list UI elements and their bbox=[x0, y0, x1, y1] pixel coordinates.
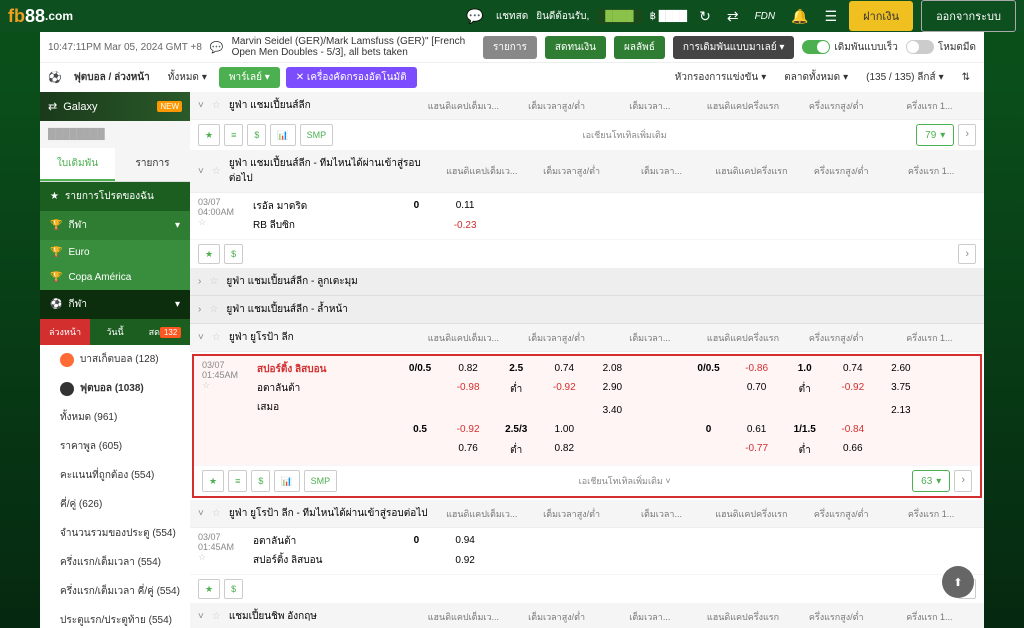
smp-action[interactable]: SMP bbox=[300, 124, 334, 146]
balance-area[interactable]: ฿ ████ bbox=[650, 11, 687, 22]
results-button[interactable]: ผลลัพธ์ bbox=[614, 36, 665, 59]
count-63[interactable]: 63 ▾ bbox=[912, 470, 950, 492]
sidebar-sub-0[interactable]: ทั้งหมด (961) bbox=[40, 403, 190, 432]
chat-icon[interactable]: 💬 bbox=[462, 8, 487, 25]
sidebar-copa[interactable]: 🏆 Copa América bbox=[40, 265, 190, 290]
notification-icon[interactable]: 🔔 bbox=[787, 8, 812, 25]
galaxy-header[interactable]: ⇄ Galaxy NEW bbox=[40, 92, 190, 121]
subtab-today[interactable]: วันนี้ bbox=[90, 319, 140, 345]
time-display: 10:47:11PM Mar 05, 2024 GMT +8 bbox=[48, 42, 202, 53]
transfer-icon[interactable]: ⇄ bbox=[723, 8, 743, 25]
fav-action[interactable]: ★ bbox=[198, 124, 220, 146]
sport-filter[interactable]: ฟุตบอล / ล่วงหน้า bbox=[68, 67, 156, 88]
logo[interactable]: fb88.com bbox=[8, 6, 73, 27]
filter-bar: ⚽ ฟุตบอล / ล่วงหน้า ทั้งหมด ▾ พาร์เลย์ ▾… bbox=[40, 62, 984, 92]
sidebar-sub-3[interactable]: คี่/คู่ (626) bbox=[40, 490, 190, 519]
tab-list[interactable]: รายการ bbox=[115, 148, 190, 181]
match-row-1: 03/0704:00AM☆ เรอัล มาดริด RB ลีบซิก 0 0… bbox=[190, 193, 984, 240]
news-ticker: Marvin Seidel (GER)/Mark Lamsfuss (GER)"… bbox=[232, 36, 475, 58]
live-button[interactable]: สดทนเงิน bbox=[545, 36, 606, 59]
tab-betslip[interactable]: ใบเดิมพัน bbox=[40, 148, 115, 181]
subtab-live[interactable]: สด132 bbox=[140, 319, 190, 345]
subtab-future[interactable]: ล่วงหน้า bbox=[40, 319, 90, 345]
sidebar: ⇄ Galaxy NEW ████████ ใบเดิมพัน รายการ ★… bbox=[40, 92, 190, 628]
exchange-icon: ⇄ bbox=[48, 100, 57, 113]
league-ucl-corners[interactable]: ›☆ยูฟ่า แชมเปี้ยนส์ลีก - ลูกเตะมุม bbox=[190, 268, 984, 296]
sidebar-sub-5[interactable]: ครึ่งแรก/เต็มเวลา (554) bbox=[40, 548, 190, 577]
league-ucl-future[interactable]: ›☆ยูฟ่า แชมเปี้ยนส์ลีก - ล้ำหน้า bbox=[190, 296, 984, 324]
sidebar-euro[interactable]: 🏆 Euro bbox=[40, 240, 190, 265]
odds-format-button[interactable]: การเดิมพันแบบมาเลย์ ▾ bbox=[673, 36, 795, 59]
scroll-top-button[interactable]: ⬆ bbox=[942, 566, 974, 598]
sidebar-sports[interactable]: 🏆 กีฬา▾ bbox=[40, 211, 190, 240]
leagues-filter[interactable]: (135 / 135) ลีกส์ ▾ bbox=[860, 67, 949, 88]
username-masked: ████ bbox=[597, 9, 641, 24]
market-filter[interactable]: ตลาดทั้งหมด ▾ bbox=[778, 67, 854, 88]
deposit-button[interactable]: ฝากเงิน bbox=[849, 1, 913, 31]
message-icon[interactable]: 💬 bbox=[210, 41, 224, 54]
chart-action[interactable]: 📊 bbox=[270, 124, 295, 146]
new-badge: NEW bbox=[157, 101, 182, 112]
league-header-uel-next: ˅ ☆ ยูฟ่า ยูโรป้า ลีก - ทีมไหนได้ผ่านเข้… bbox=[190, 500, 984, 528]
welcome-text: ยินดีต้อนรับ, bbox=[536, 9, 589, 24]
sidebar-sub-7[interactable]: ประตูแรก/ประตูท้าย (554) bbox=[40, 606, 190, 628]
sidebar-football[interactable]: ฟุตบอล (1038) bbox=[40, 374, 190, 403]
money-action[interactable]: $ bbox=[247, 124, 266, 146]
logout-button[interactable]: ออกจากระบบ bbox=[921, 0, 1016, 32]
star-icon[interactable]: ☆ bbox=[212, 100, 221, 111]
collapse-icon[interactable]: ˅ bbox=[198, 100, 204, 111]
league-header-ucl-next: ˅ ☆ ยูฟ่า แชมเปี้ยนส์ลีก - ทีมไหนได้ผ่าน… bbox=[190, 150, 984, 193]
list-button[interactable]: รายการ bbox=[483, 36, 537, 59]
sidebar-sub-4[interactable]: จำนวนรวมของประตู (554) bbox=[40, 519, 190, 548]
sub-header: 10:47:11PM Mar 05, 2024 GMT +8 💬 Marvin … bbox=[40, 32, 984, 62]
content-area: ˅ ☆ ยูฟ่า แชมเปี้ยนส์ลีก แฮนดิแคปเต็มเว.… bbox=[190, 92, 984, 628]
league-header-uel: ˅ ☆ ยูฟ่า ยูโรป้า ลีก แฮนดิแคปเต็มเว... … bbox=[190, 324, 984, 352]
stats-action[interactable]: ≡ bbox=[224, 124, 243, 146]
username-display: ████████ bbox=[40, 121, 190, 148]
main-header: fb88.com 💬 แชทสด ยินดีต้อนรับ, ████ ฿ ██… bbox=[0, 0, 1024, 32]
all-filter[interactable]: ทั้งหมด ▾ bbox=[162, 67, 213, 88]
refresh-icon[interactable]: ↻ bbox=[695, 8, 715, 25]
count-79[interactable]: 79 ▾ bbox=[916, 124, 954, 146]
league-header-championship: ˅ ☆ แชมเปี้ยนชิพ อังกฤษ แฮนดิแคปเต็มเว..… bbox=[190, 603, 984, 628]
chat-label[interactable]: แชทสด bbox=[496, 9, 528, 24]
group-filter[interactable]: หัวกรองการแข่งขัน ▾ bbox=[669, 67, 772, 88]
league-header-ucl: ˅ ☆ ยูฟ่า แชมเปี้ยนส์ลีก แฮนดิแคปเต็มเว.… bbox=[190, 92, 984, 120]
dark-mode-toggle[interactable]: โหมดมืด bbox=[906, 40, 976, 55]
sport-icon: ⚽ bbox=[48, 71, 62, 84]
parlay-button[interactable]: พาร์เลย์ ▾ bbox=[219, 67, 280, 88]
sidebar-sub-1[interactable]: ราคาพูล (605) bbox=[40, 432, 190, 461]
menu-icon[interactable]: ☰ bbox=[821, 8, 842, 25]
highlighted-match: 03/0701:45AM☆ สปอร์ติ้ง ลิสบอน อตาลันต้า… bbox=[192, 354, 982, 498]
autofilter-button[interactable]: ✕ เครื่องคัดกรองอัตโนมัติ bbox=[286, 67, 417, 88]
sidebar-sport-main[interactable]: ⚽ กีฬา▾ bbox=[40, 290, 190, 319]
expand-btn[interactable]: › bbox=[958, 124, 976, 146]
match-row-3: 03/0701:45AM☆ อตาลันต้า สปอร์ติ้ง ลิสบอน… bbox=[190, 528, 984, 575]
sidebar-sub-2[interactable]: คะแนนที่ถูกต้อง (554) bbox=[40, 461, 190, 490]
sidebar-favorites[interactable]: ★ รายการโปรดของฉัน bbox=[40, 182, 190, 211]
sort-icon[interactable]: ⇅ bbox=[956, 69, 976, 86]
sidebar-sub-6[interactable]: ครึ่งแรก/เต็มเวลา คี่/คู่ (554) bbox=[40, 577, 190, 606]
quick-bet-toggle[interactable]: เดิมพันแบบเร็ว bbox=[802, 40, 897, 55]
fdn-icon[interactable]: FDN bbox=[751, 11, 780, 22]
sidebar-basketball[interactable]: บาสเก็ตบอล (128) bbox=[40, 345, 190, 374]
